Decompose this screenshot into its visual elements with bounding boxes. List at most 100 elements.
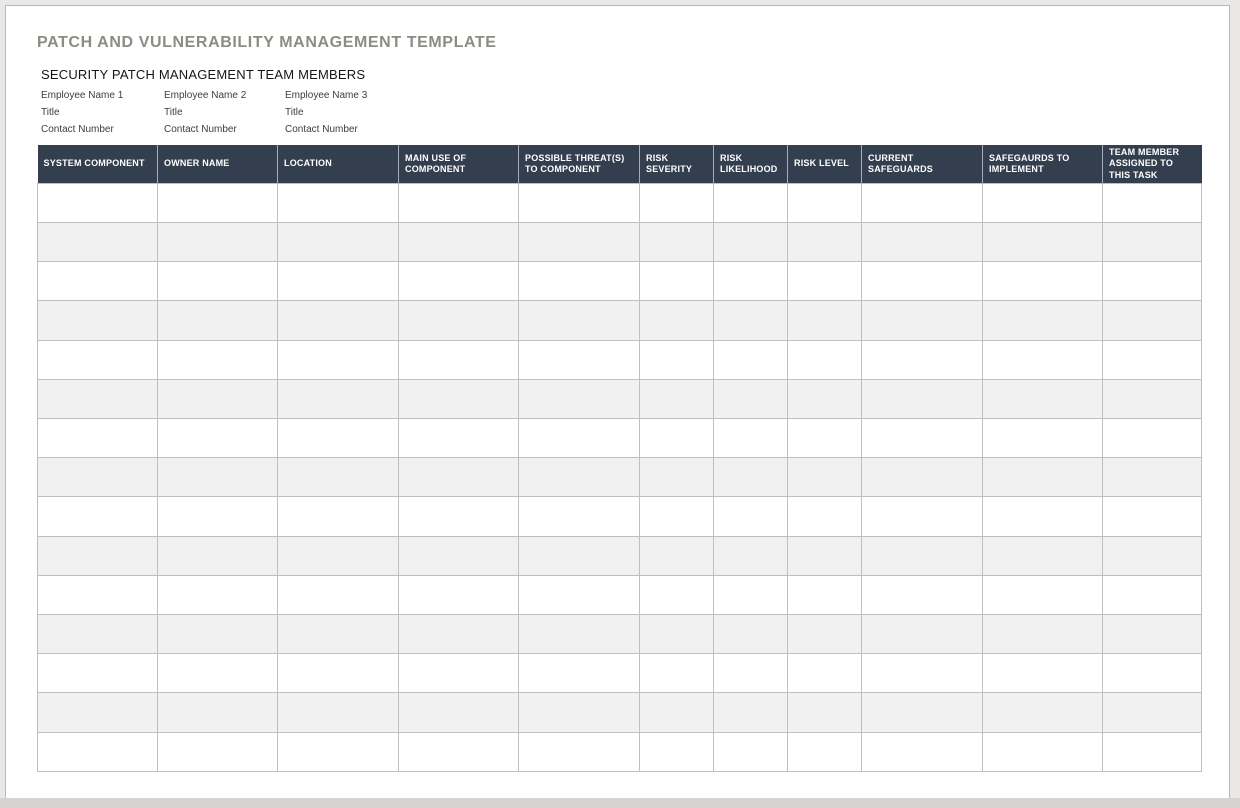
- cell-main-use-of-component[interactable]: [398, 574, 519, 615]
- cell-risk-likelihood[interactable]: [713, 574, 788, 615]
- cell-possible-threat-s-to-component[interactable]: [518, 731, 640, 773]
- cell-owner-name[interactable]: [157, 417, 278, 459]
- cell-location[interactable]: [277, 182, 399, 223]
- cell-main-use-of-component[interactable]: [398, 261, 519, 302]
- cell-risk-severity[interactable]: [639, 182, 714, 223]
- cell-system-component[interactable]: [37, 457, 158, 498]
- cell-main-use-of-component[interactable]: [398, 535, 519, 576]
- cell-main-use-of-component[interactable]: [398, 182, 519, 223]
- cell-risk-level[interactable]: [787, 496, 862, 537]
- cell-owner-name[interactable]: [157, 535, 278, 576]
- cell-possible-threat-s-to-component[interactable]: [518, 496, 640, 537]
- cell-risk-severity[interactable]: [639, 300, 714, 341]
- cell-system-component[interactable]: [37, 300, 158, 341]
- cell-possible-threat-s-to-component[interactable]: [518, 300, 640, 341]
- cell-risk-level[interactable]: [787, 574, 862, 615]
- cell-team-member-assigned-to-this-task[interactable]: [1102, 731, 1202, 773]
- cell-location[interactable]: [277, 417, 399, 459]
- cell-risk-level[interactable]: [787, 457, 862, 498]
- cell-possible-threat-s-to-component[interactable]: [518, 692, 640, 733]
- cell-risk-likelihood[interactable]: [713, 300, 788, 341]
- cell-current-safeguards[interactable]: [861, 692, 983, 733]
- cell-risk-severity[interactable]: [639, 457, 714, 498]
- cell-location[interactable]: [277, 535, 399, 576]
- cell-location[interactable]: [277, 731, 399, 773]
- cell-safegaurds-to-implement[interactable]: [982, 731, 1103, 773]
- cell-current-safeguards[interactable]: [861, 417, 983, 459]
- cell-main-use-of-component[interactable]: [398, 613, 519, 655]
- cell-safegaurds-to-implement[interactable]: [982, 496, 1103, 537]
- cell-system-component[interactable]: [37, 535, 158, 576]
- cell-current-safeguards[interactable]: [861, 574, 983, 615]
- cell-team-member-assigned-to-this-task[interactable]: [1102, 182, 1202, 223]
- cell-team-member-assigned-to-this-task[interactable]: [1102, 417, 1202, 459]
- cell-owner-name[interactable]: [157, 221, 278, 263]
- cell-safegaurds-to-implement[interactable]: [982, 613, 1103, 655]
- cell-main-use-of-component[interactable]: [398, 496, 519, 537]
- cell-team-member-assigned-to-this-task[interactable]: [1102, 692, 1202, 733]
- cell-safegaurds-to-implement[interactable]: [982, 692, 1103, 733]
- cell-owner-name[interactable]: [157, 653, 278, 694]
- cell-safegaurds-to-implement[interactable]: [982, 221, 1103, 263]
- cell-risk-likelihood[interactable]: [713, 182, 788, 223]
- cell-team-member-assigned-to-this-task[interactable]: [1102, 339, 1202, 380]
- cell-safegaurds-to-implement[interactable]: [982, 339, 1103, 380]
- cell-risk-likelihood[interactable]: [713, 261, 788, 302]
- cell-owner-name[interactable]: [157, 300, 278, 341]
- cell-system-component[interactable]: [37, 378, 158, 419]
- cell-main-use-of-component[interactable]: [398, 692, 519, 733]
- cell-location[interactable]: [277, 221, 399, 263]
- cell-system-component[interactable]: [37, 613, 158, 655]
- cell-current-safeguards[interactable]: [861, 653, 983, 694]
- cell-location[interactable]: [277, 300, 399, 341]
- cell-team-member-assigned-to-this-task[interactable]: [1102, 613, 1202, 655]
- cell-current-safeguards[interactable]: [861, 378, 983, 419]
- cell-possible-threat-s-to-component[interactable]: [518, 417, 640, 459]
- cell-risk-level[interactable]: [787, 261, 862, 302]
- cell-safegaurds-to-implement[interactable]: [982, 653, 1103, 694]
- cell-risk-severity[interactable]: [639, 535, 714, 576]
- cell-risk-likelihood[interactable]: [713, 731, 788, 773]
- cell-risk-likelihood[interactable]: [713, 496, 788, 537]
- cell-location[interactable]: [277, 574, 399, 615]
- cell-system-component[interactable]: [37, 731, 158, 773]
- cell-team-member-assigned-to-this-task[interactable]: [1102, 574, 1202, 615]
- cell-current-safeguards[interactable]: [861, 300, 983, 341]
- cell-possible-threat-s-to-component[interactable]: [518, 339, 640, 380]
- cell-system-component[interactable]: [37, 574, 158, 615]
- cell-team-member-assigned-to-this-task[interactable]: [1102, 300, 1202, 341]
- cell-risk-severity[interactable]: [639, 653, 714, 694]
- cell-team-member-assigned-to-this-task[interactable]: [1102, 496, 1202, 537]
- cell-risk-severity[interactable]: [639, 574, 714, 615]
- cell-owner-name[interactable]: [157, 457, 278, 498]
- cell-risk-severity[interactable]: [639, 221, 714, 263]
- cell-risk-likelihood[interactable]: [713, 613, 788, 655]
- cell-risk-severity[interactable]: [639, 692, 714, 733]
- cell-safegaurds-to-implement[interactable]: [982, 300, 1103, 341]
- cell-main-use-of-component[interactable]: [398, 339, 519, 380]
- cell-risk-level[interactable]: [787, 692, 862, 733]
- cell-possible-threat-s-to-component[interactable]: [518, 221, 640, 263]
- cell-safegaurds-to-implement[interactable]: [982, 378, 1103, 419]
- cell-risk-level[interactable]: [787, 653, 862, 694]
- cell-system-component[interactable]: [37, 417, 158, 459]
- cell-main-use-of-component[interactable]: [398, 731, 519, 773]
- cell-main-use-of-component[interactable]: [398, 457, 519, 498]
- cell-system-component[interactable]: [37, 182, 158, 223]
- cell-current-safeguards[interactable]: [861, 182, 983, 223]
- cell-possible-threat-s-to-component[interactable]: [518, 261, 640, 302]
- cell-risk-level[interactable]: [787, 300, 862, 341]
- cell-risk-level[interactable]: [787, 417, 862, 459]
- cell-risk-level[interactable]: [787, 182, 862, 223]
- cell-risk-likelihood[interactable]: [713, 417, 788, 459]
- cell-owner-name[interactable]: [157, 378, 278, 419]
- cell-risk-likelihood[interactable]: [713, 535, 788, 576]
- cell-system-component[interactable]: [37, 221, 158, 263]
- cell-safegaurds-to-implement[interactable]: [982, 417, 1103, 459]
- cell-risk-severity[interactable]: [639, 496, 714, 537]
- cell-location[interactable]: [277, 261, 399, 302]
- cell-location[interactable]: [277, 457, 399, 498]
- cell-team-member-assigned-to-this-task[interactable]: [1102, 653, 1202, 694]
- cell-current-safeguards[interactable]: [861, 339, 983, 380]
- cell-system-component[interactable]: [37, 261, 158, 302]
